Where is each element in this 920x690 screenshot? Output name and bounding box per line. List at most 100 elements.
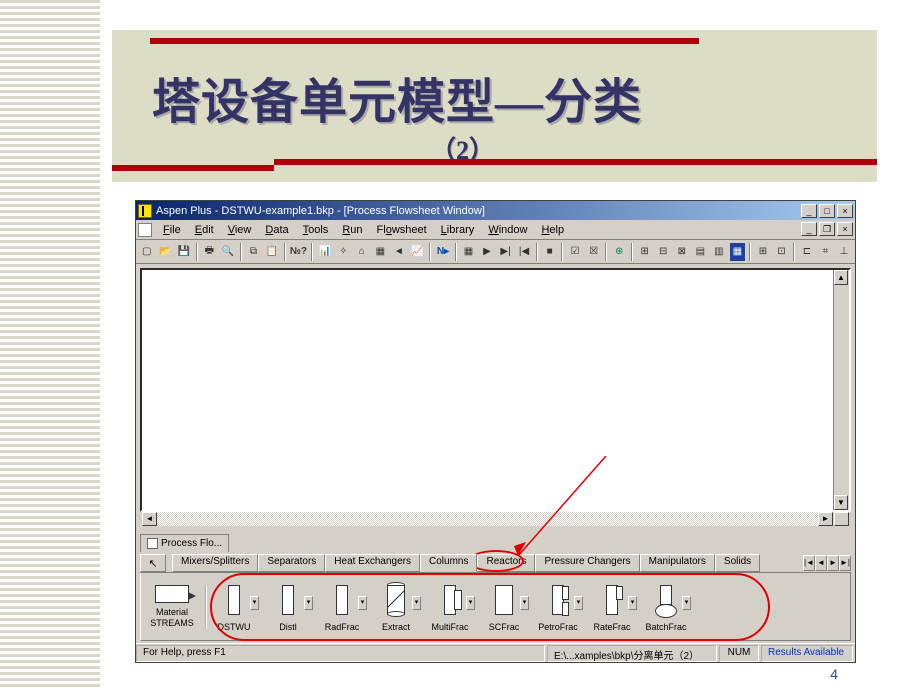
- tool-icon[interactable]: ⊠: [673, 242, 691, 262]
- tool-icon[interactable]: ⊛: [610, 242, 628, 262]
- tab-scroll-left-icon[interactable]: |◄: [803, 555, 815, 571]
- scroll-left-icon[interactable]: ◄: [142, 512, 157, 526]
- dropdown-icon[interactable]: ▾: [250, 596, 259, 610]
- scroll-up-icon[interactable]: ▲: [834, 270, 848, 285]
- dropdown-icon[interactable]: ▾: [304, 596, 313, 610]
- palette-item-distl[interactable]: ▾ Distl: [261, 582, 315, 632]
- column-icon: [218, 582, 250, 620]
- tab-columns[interactable]: Columns: [420, 554, 477, 572]
- dropdown-icon[interactable]: ▾: [628, 596, 637, 610]
- tool-icon[interactable]: ✧: [335, 242, 353, 262]
- dropdown-icon[interactable]: ▾: [412, 596, 421, 610]
- paste-icon[interactable]: 📋: [263, 242, 281, 262]
- tab-scroll-right2-icon[interactable]: ►|: [839, 555, 851, 571]
- flowsheet-canvas[interactable]: ▲ ▼ ◄ ►: [140, 268, 851, 512]
- dropdown-icon[interactable]: ▾: [358, 596, 367, 610]
- tab-heat-exchangers[interactable]: Heat Exchangers: [325, 554, 420, 572]
- stop-icon[interactable]: ■: [541, 242, 559, 262]
- dropdown-icon[interactable]: ▾: [682, 596, 691, 610]
- tab-pressure-changers[interactable]: Pressure Changers: [535, 554, 639, 572]
- open-icon[interactable]: 📂: [157, 242, 175, 262]
- mdi-restore-button[interactable]: ❐: [819, 222, 835, 236]
- horizontal-scrollbar[interactable]: ◄ ►: [142, 512, 849, 528]
- palette-item-radfrac[interactable]: ▾ RadFrac: [315, 582, 369, 632]
- tool-icon[interactable]: ⌂: [353, 242, 371, 262]
- tool-icon[interactable]: ⊞: [754, 242, 772, 262]
- scroll-down-icon[interactable]: ▼: [834, 495, 848, 510]
- dropdown-icon[interactable]: ▾: [466, 596, 475, 610]
- menu-edit[interactable]: Edit: [188, 222, 221, 238]
- palette-item-dstwu[interactable]: ▾ DSTWU: [207, 582, 261, 632]
- mdi-minimize-button[interactable]: _: [801, 222, 817, 236]
- dropdown-icon[interactable]: ▾: [520, 596, 529, 610]
- tab-mixers-splitters[interactable]: Mixers/Splitters: [172, 554, 258, 572]
- palette-item-batchfrac[interactable]: ▾ BatchFrac: [639, 582, 693, 632]
- step-icon[interactable]: ▶|: [497, 242, 515, 262]
- menu-window[interactable]: Window: [481, 222, 534, 238]
- tool-icon[interactable]: ☑: [566, 242, 584, 262]
- minimize-button[interactable]: _: [801, 204, 817, 218]
- status-results[interactable]: Results Available: [761, 645, 853, 662]
- titlebar[interactable]: Aspen Plus - DSTWU-example1.bkp - [Proce…: [136, 201, 855, 220]
- tab-solids[interactable]: Solids: [715, 554, 760, 572]
- tool-icon[interactable]: ▦: [729, 242, 747, 262]
- tool-icon[interactable]: ⊞: [636, 242, 654, 262]
- tool-icon[interactable]: ⊏: [798, 242, 816, 262]
- tool-icon[interactable]: ⌗: [817, 242, 835, 262]
- menu-flowsheet[interactable]: Flowsheet: [370, 222, 434, 238]
- tab-scroll-right-icon[interactable]: ►: [827, 555, 839, 571]
- tool-icon[interactable]: ⊟: [654, 242, 672, 262]
- tab-scroll-left2-icon[interactable]: ◄: [815, 555, 827, 571]
- menu-run[interactable]: Run: [335, 222, 369, 238]
- menu-data[interactable]: Data: [258, 222, 295, 238]
- palette-item-ratefrac[interactable]: ▾ RateFrac: [585, 582, 639, 632]
- play-icon[interactable]: ▶: [478, 242, 496, 262]
- tool-icon[interactable]: ◄: [390, 242, 408, 262]
- vertical-scrollbar[interactable]: ▲ ▼: [833, 270, 849, 510]
- dropdown-icon[interactable]: ▾: [574, 596, 583, 610]
- status-path: E:\...xamples\bkp\分离单元（2）: [547, 645, 717, 662]
- copy-icon[interactable]: ⧉: [245, 242, 263, 262]
- maximize-button[interactable]: □: [819, 204, 835, 218]
- tool-icon[interactable]: 📊: [316, 242, 334, 262]
- menu-help[interactable]: Help: [534, 222, 571, 238]
- tool-icon[interactable]: ⊥: [835, 242, 853, 262]
- palette-item-scfrac[interactable]: ▾ SCFrac: [477, 582, 531, 632]
- tool-icon[interactable]: ▤: [692, 242, 710, 262]
- palette-item-extract[interactable]: ▾ Extract: [369, 582, 423, 632]
- arrow-cursor-icon[interactable]: ↖: [140, 554, 166, 572]
- separator: [793, 243, 795, 261]
- preview-icon[interactable]: 🔍: [219, 242, 237, 262]
- tool-icon[interactable]: ▥: [710, 242, 728, 262]
- menu-file[interactable]: File: [156, 222, 188, 238]
- print-icon[interactable]: 🖶: [201, 242, 219, 262]
- column-icon: [326, 582, 358, 620]
- next-icon[interactable]: N▸: [434, 242, 452, 262]
- tab-manipulators[interactable]: Manipulators: [640, 554, 715, 572]
- toolbar: ▢ 📂 💾 🖶 🔍 ⧉ 📋 №? 📊 ✧ ⌂ ▦ ◄ 📈 N▸ ▦ ▶ ▶| |…: [136, 240, 855, 264]
- mdi-tab-process-flowsheet[interactable]: Process Flo...: [140, 534, 229, 552]
- palette-item-petrofrac[interactable]: ▾ PetroFrac: [531, 582, 585, 632]
- palette-item-multifrac[interactable]: ▾ MultiFrac: [423, 582, 477, 632]
- menu-library[interactable]: Library: [434, 222, 482, 238]
- new-icon[interactable]: ▢: [138, 242, 156, 262]
- tool-icon[interactable]: ⊡: [773, 242, 791, 262]
- run-icon[interactable]: ▦: [460, 242, 478, 262]
- palette-item-label: PetroFrac: [531, 622, 585, 632]
- tab-reactors[interactable]: Reactors: [477, 554, 535, 572]
- scroll-right-icon[interactable]: ►: [818, 512, 833, 526]
- menu-view[interactable]: View: [221, 222, 259, 238]
- mdi-icon[interactable]: [138, 223, 152, 237]
- menu-tools[interactable]: Tools: [296, 222, 336, 238]
- tool-icon[interactable]: 📈: [409, 242, 427, 262]
- save-icon[interactable]: 💾: [175, 242, 193, 262]
- tab-separators[interactable]: Separators: [258, 554, 325, 572]
- material-streams-button[interactable]: Material STREAMS: [145, 585, 207, 629]
- close-button[interactable]: ×: [837, 204, 853, 218]
- rewind-icon[interactable]: |◀: [515, 242, 533, 262]
- scroll-track[interactable]: [157, 512, 818, 526]
- tool-icon[interactable]: ▦: [372, 242, 390, 262]
- mdi-close-button[interactable]: ×: [837, 222, 853, 236]
- tool-icon[interactable]: ☒: [585, 242, 603, 262]
- help-icon[interactable]: №?: [289, 242, 308, 262]
